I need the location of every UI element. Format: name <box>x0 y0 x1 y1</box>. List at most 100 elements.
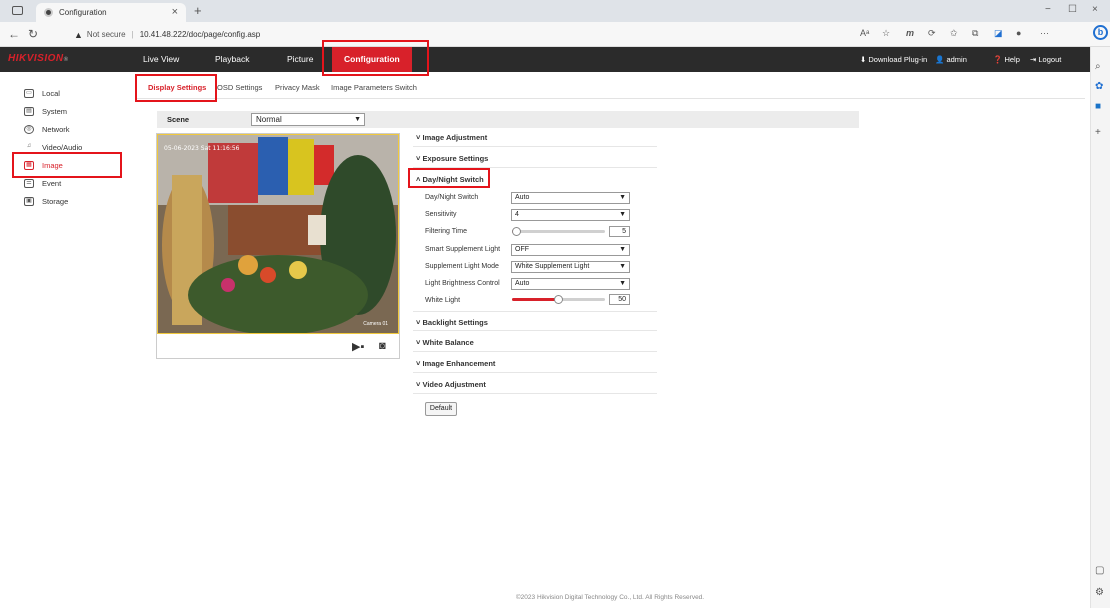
logout-icon: ⇥ <box>1030 55 1037 64</box>
close-window-button[interactable]: × <box>1092 4 1098 15</box>
light-brightness-control-select[interactable]: Auto ▼ <box>511 278 630 290</box>
snapshot-camera-icon[interactable]: ◙ <box>379 340 386 352</box>
default-button[interactable]: Default <box>425 402 457 416</box>
scene-bar: Scene Normal ▼ <box>157 111 859 128</box>
record-video-icon[interactable]: ▶▪ <box>352 340 364 353</box>
scene-value: Normal <box>256 115 282 124</box>
browser-tab-bar: Configuration × + − ☐ × <box>0 0 1110 22</box>
profile-icon[interactable]: ● <box>1016 28 1021 38</box>
help-link[interactable]: ❓ Help <box>993 55 1020 64</box>
white-light-fill <box>512 298 559 301</box>
section-backlight-settings[interactable]: ˅ Backlight Settings <box>413 311 657 331</box>
tab-image-parameters-switch[interactable]: Image Parameters Switch <box>331 83 417 92</box>
sidebar-item-network[interactable]: ◎ Network <box>24 122 70 136</box>
sensitivity-value: 4 <box>515 211 519 218</box>
tab-title: Configuration <box>59 8 107 17</box>
favorites-icon[interactable]: ✩ <box>950 28 958 39</box>
bing-copilot-icon[interactable]: b <box>1093 25 1108 40</box>
chevron-down-icon: ˅ <box>416 318 421 327</box>
user-icon: 👤 <box>935 55 945 64</box>
monitor-icon: ▭ <box>24 88 34 98</box>
tab-actions-icon[interactable] <box>12 6 23 15</box>
section-white-balance[interactable]: ˅ White Balance <box>413 332 657 352</box>
chevron-down-icon: ˅ <box>416 338 421 347</box>
chevron-down-icon: ▼ <box>619 194 626 201</box>
address-bar: ← ↻ ▲ Not secure | 10.41.48.222/doc/page… <box>0 22 1110 47</box>
sidebar-item-storage[interactable]: ▣ Storage <box>24 194 68 208</box>
section-image-adjustment[interactable]: ˅ Image Adjustment <box>413 127 657 147</box>
sidebar-item-label: Local <box>42 88 60 98</box>
back-icon[interactable]: ← <box>8 27 20 41</box>
white-light-label: White Light <box>425 297 461 304</box>
add-icon[interactable]: + <box>1095 127 1101 138</box>
favicon-icon <box>44 8 53 17</box>
section-title: Exposure Settings <box>422 154 489 163</box>
tab-close-icon[interactable]: × <box>172 6 178 18</box>
split-screen-icon[interactable]: ▢ <box>1095 565 1104 576</box>
hikvision-logo: HIKVISION® <box>8 53 69 64</box>
url-field[interactable]: ▲ Not secure | 10.41.48.222/doc/page/con… <box>74 26 834 43</box>
collections-icon[interactable]: ⧉ <box>972 28 978 39</box>
chevron-down-icon: ˅ <box>416 154 421 163</box>
download-plugin-label: Download Plug-in <box>868 55 928 64</box>
section-title: White Balance <box>422 338 474 347</box>
extension-icon[interactable]: ⟳ <box>928 28 936 39</box>
section-title: Image Enhancement <box>422 359 496 368</box>
read-aloud-icon[interactable]: Aᵃ <box>860 28 869 38</box>
user-menu[interactable]: 👤 admin <box>935 55 967 64</box>
event-icon: ☰ <box>24 178 34 188</box>
nav-playback[interactable]: Playback <box>215 54 250 64</box>
section-video-adjustment[interactable]: ˅ Video Adjustment <box>413 374 657 394</box>
white-light-handle[interactable] <box>554 295 563 304</box>
more-menu-icon[interactable]: ··· <box>1040 28 1049 38</box>
sidebar-item-system[interactable]: ▤ System <box>24 104 67 118</box>
white-light-input[interactable]: 50 <box>609 294 630 305</box>
filtering-time-handle[interactable] <box>512 227 521 236</box>
refresh-icon[interactable]: ↻ <box>28 27 38 41</box>
nav-picture[interactable]: Picture <box>287 54 313 64</box>
extension-m-icon[interactable]: m <box>906 28 914 38</box>
tools-icon[interactable]: ✿ <box>1095 81 1103 92</box>
filtering-time-slider[interactable] <box>512 227 605 236</box>
day-night-switch-select[interactable]: Auto ▼ <box>511 192 630 204</box>
tab-privacy-mask[interactable]: Privacy Mask <box>275 83 320 92</box>
section-title: Image Adjustment <box>422 133 488 142</box>
video-scene-image <box>158 135 398 333</box>
new-tab-button[interactable]: + <box>194 3 202 18</box>
sensitivity-select[interactable]: 4 ▼ <box>511 209 630 221</box>
minimize-button[interactable]: − <box>1045 4 1051 15</box>
user-label: admin <box>946 55 967 64</box>
supplement-light-mode-label: Supplement Light Mode <box>425 263 499 270</box>
sidebar-item-local[interactable]: ▭ Local <box>24 86 60 100</box>
logo-text: HIKVISION <box>8 53 64 64</box>
logo-registered-mark: ® <box>63 57 69 63</box>
outlook-icon[interactable]: ■ <box>1095 101 1101 112</box>
restore-button[interactable]: ☐ <box>1068 4 1077 15</box>
app-header: HIKVISION® Live View Playback Picture Co… <box>0 47 1090 72</box>
section-title: Backlight Settings <box>422 318 488 327</box>
white-light-slider[interactable] <box>512 295 605 304</box>
tab-osd-settings[interactable]: OSD Settings <box>217 83 262 92</box>
sidebar-item-event[interactable]: ☰ Event <box>24 176 61 190</box>
favorite-star-icon[interactable]: ☆ <box>882 28 890 39</box>
live-preview-panel: 05-06-2023 Sat 11:16:56 Camera 01 ▶▪ ◙ <box>156 133 400 359</box>
filtering-time-input[interactable]: 5 <box>609 226 630 237</box>
chevron-down-icon: ˅ <box>416 133 421 142</box>
scene-select[interactable]: Normal ▼ <box>251 113 365 126</box>
download-plugin-link[interactable]: ⬇ Download Plug-in <box>860 55 927 64</box>
section-image-enhancement[interactable]: ˅ Image Enhancement <box>413 353 657 373</box>
chevron-down-icon: ▼ <box>619 263 626 270</box>
sidebar-item-label: Event <box>42 178 62 188</box>
smart-supplement-light-select[interactable]: OFF ▼ <box>511 244 630 256</box>
nav-live-view[interactable]: Live View <box>143 54 179 64</box>
settings-gear-icon[interactable]: ⚙ <box>1095 587 1104 598</box>
browser-tab[interactable]: Configuration × <box>36 3 186 22</box>
logout-link[interactable]: ⇥ Logout <box>1030 55 1061 64</box>
live-video-frame[interactable]: 05-06-2023 Sat 11:16:56 Camera 01 <box>157 134 399 334</box>
section-exposure-settings[interactable]: ˅ Exposure Settings <box>413 148 657 168</box>
edge-bar-icon[interactable]: ◪ <box>994 28 1003 39</box>
filtering-time-label: Filtering Time <box>425 228 468 235</box>
supplement-light-mode-select[interactable]: White Supplement Light ▼ <box>511 261 630 273</box>
search-icon[interactable]: ⌕ <box>1095 61 1101 72</box>
highlight-day-night-switch <box>408 168 490 188</box>
